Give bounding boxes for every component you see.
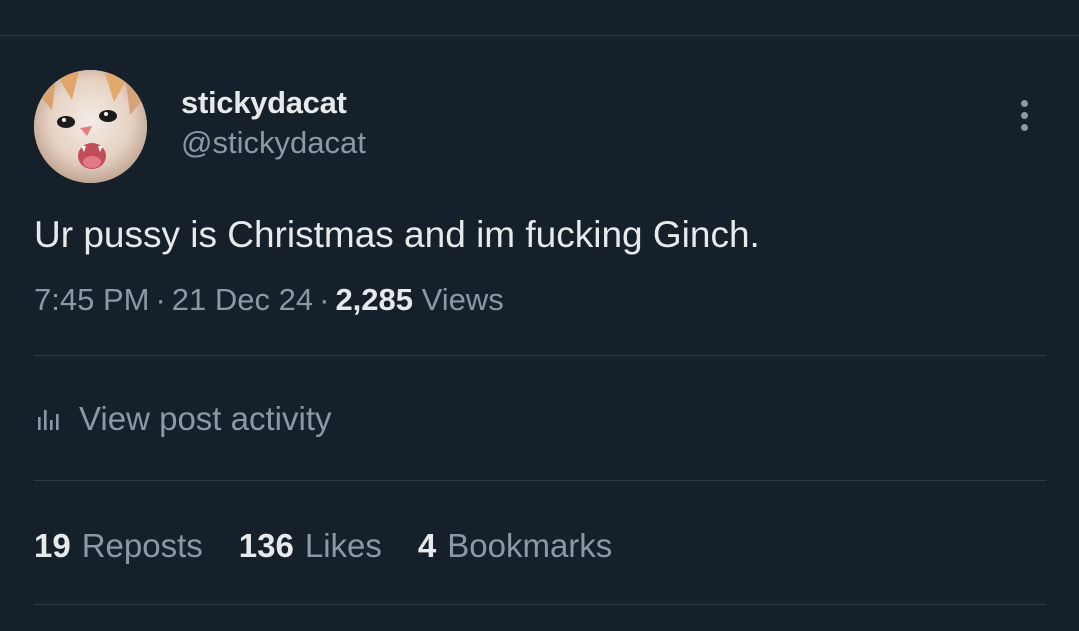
more-vertical-icon-dot (1020, 123, 1028, 131)
post-time[interactable]: 7:45 PM (34, 282, 149, 317)
likes-label: Likes (304, 527, 382, 564)
engagement-stats: 19 Reposts 136 Likes 4 Bookmarks (34, 524, 612, 568)
likes-count: 136 (238, 527, 294, 564)
avatar[interactable] (34, 70, 147, 183)
more-vertical-icon (1020, 99, 1028, 107)
meta-separator: · (155, 282, 166, 317)
author-display-name[interactable]: stickydacat (181, 84, 347, 122)
reposts-count: 19 (34, 527, 71, 564)
more-options-button[interactable] (1004, 92, 1044, 138)
more-vertical-icon-dot (1020, 111, 1028, 119)
divider (34, 604, 1046, 605)
post-text: Ur pussy is Christmas and im fucking Gin… (34, 214, 760, 255)
divider (34, 480, 1046, 481)
meta-separator: · (319, 282, 330, 317)
author-handle[interactable]: @stickydacat (181, 124, 366, 162)
reposts-stat[interactable]: 19 Reposts (34, 524, 203, 568)
post-date[interactable]: 21 Dec 24 (172, 282, 313, 317)
views-label: Views (421, 282, 504, 317)
view-post-activity-button[interactable]: View post activity (34, 396, 332, 442)
kitten-avatar-image (34, 70, 147, 183)
divider (34, 355, 1046, 356)
bookmarks-stat[interactable]: 4 Bookmarks (418, 524, 612, 568)
views-count: 2,285 (335, 282, 414, 317)
bookmarks-count: 4 (417, 527, 437, 564)
top-bar (0, 0, 1079, 36)
likes-stat[interactable]: 136 Likes (239, 524, 382, 568)
view-post-activity-label: View post activity (79, 400, 332, 437)
post-meta: 7:45 PM · 21 Dec 24 · 2,285 Views (34, 281, 504, 319)
bar-chart-icon (38, 410, 59, 430)
bookmarks-label: Bookmarks (447, 527, 613, 564)
reposts-label: Reposts (81, 527, 203, 564)
